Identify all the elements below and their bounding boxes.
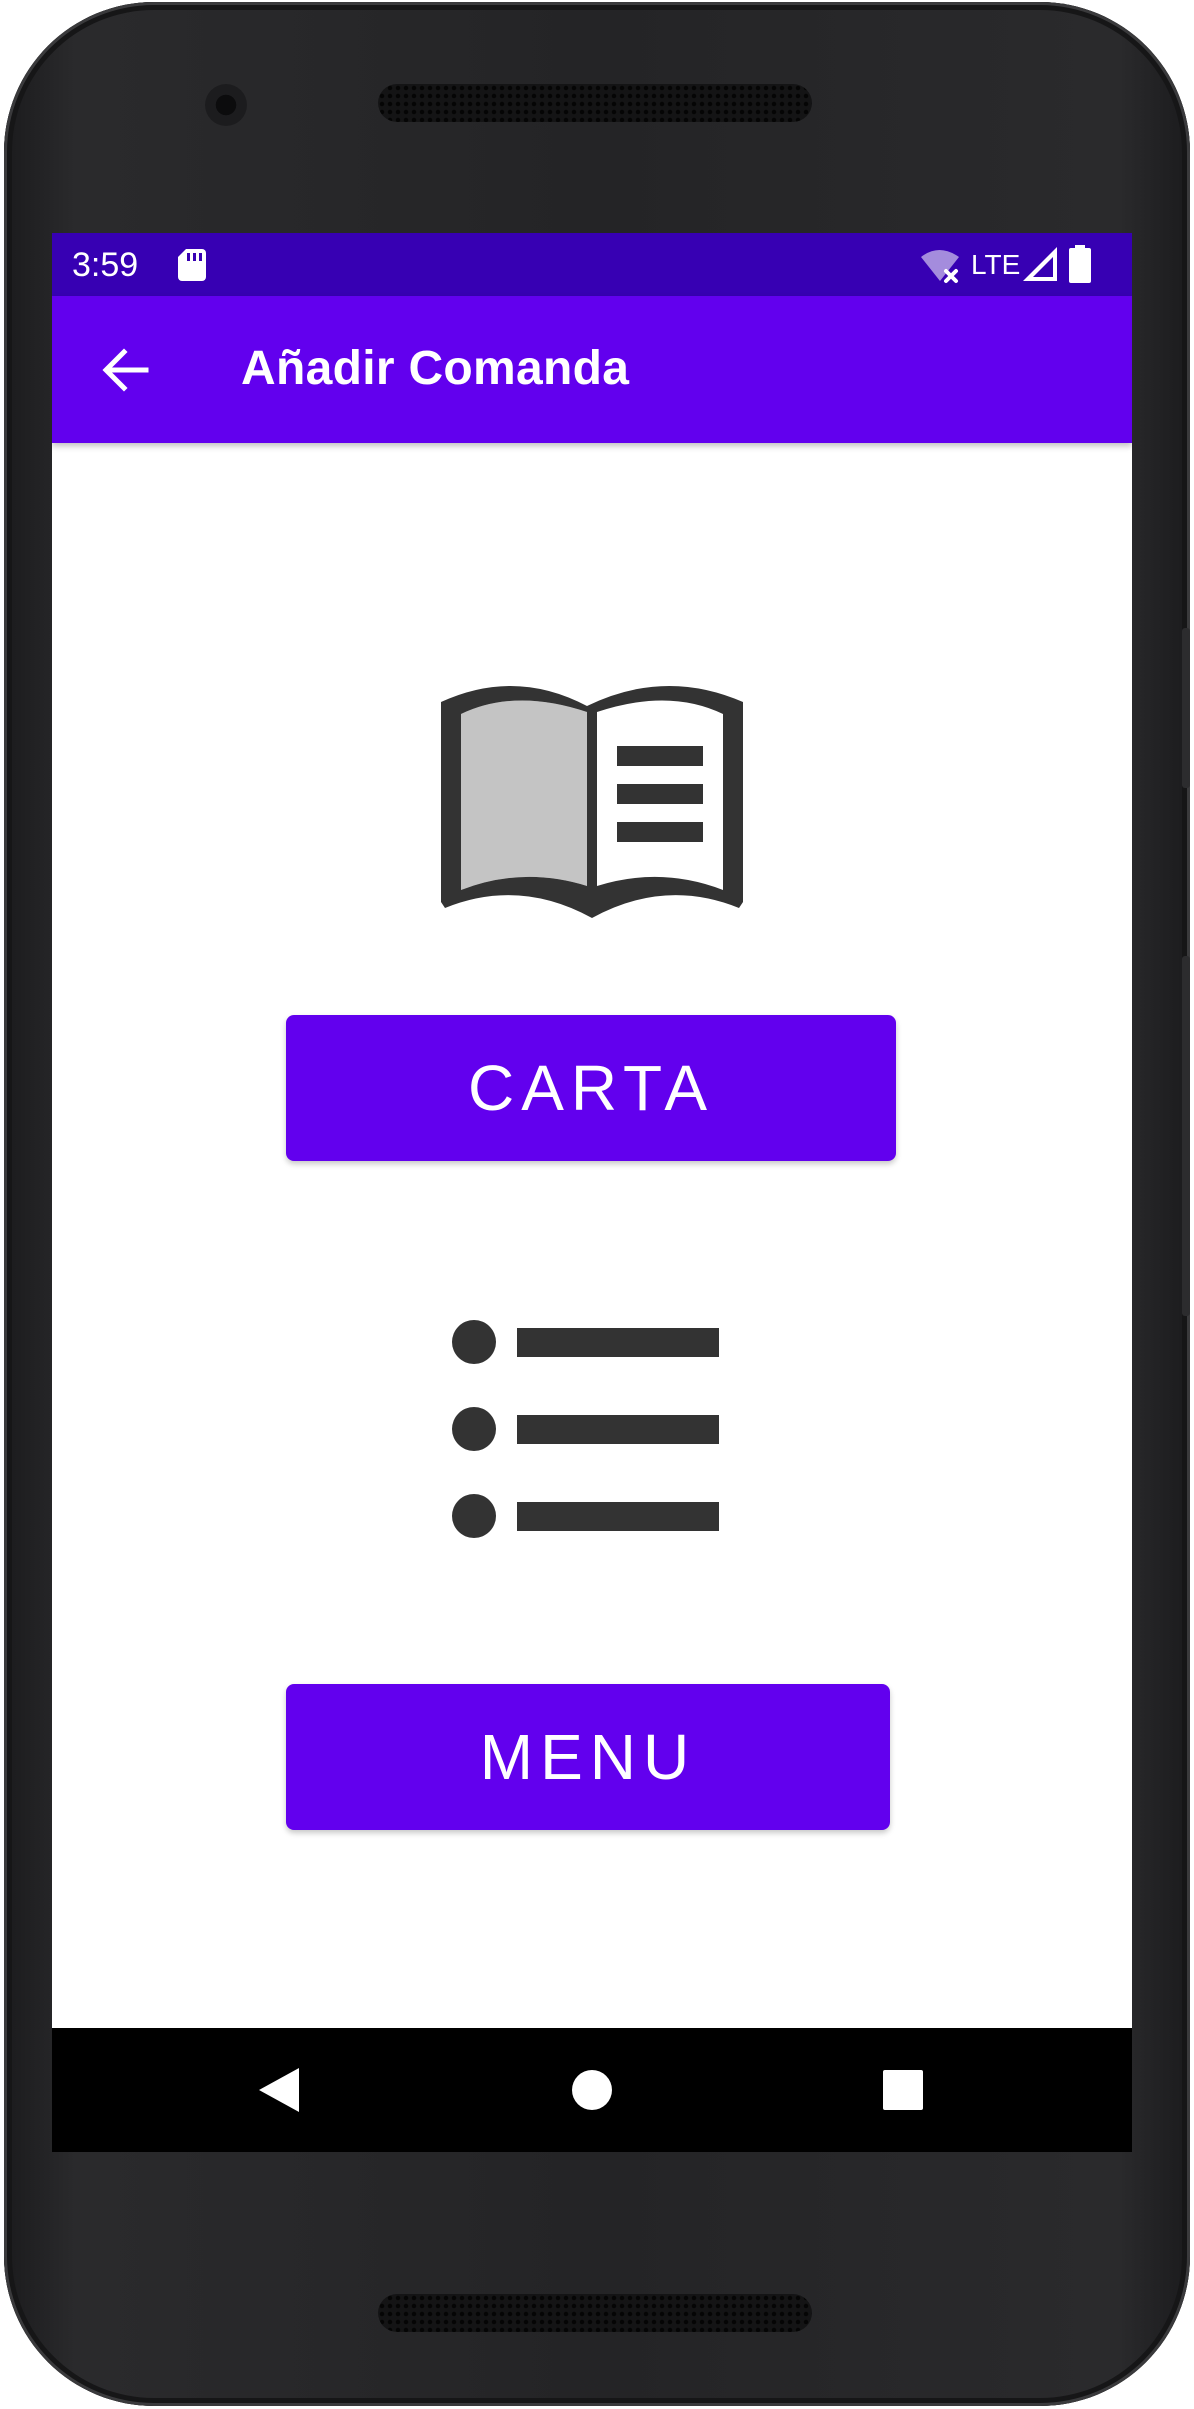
status-indicators: LTE bbox=[919, 245, 1114, 285]
front-camera bbox=[205, 84, 247, 126]
page-title: Añadir Comanda bbox=[241, 342, 630, 395]
power-button bbox=[1182, 628, 1190, 788]
sd-card-icon bbox=[178, 249, 206, 286]
navigation-bar bbox=[52, 2028, 1132, 2152]
top-speaker bbox=[378, 84, 812, 122]
wifi-off-icon bbox=[919, 247, 963, 290]
open-book-icon bbox=[433, 678, 751, 927]
app-toolbar: Añadir Comanda bbox=[52, 296, 1132, 443]
battery-icon bbox=[1069, 245, 1091, 288]
arrow-back-icon[interactable] bbox=[96, 340, 156, 400]
status-bar: 3:59 LTE bbox=[52, 233, 1132, 296]
nav-recents-icon[interactable] bbox=[882, 2069, 924, 2116]
status-time: 3:59 bbox=[72, 246, 139, 284]
carta-button[interactable]: CARTA bbox=[286, 1015, 896, 1161]
bottom-speaker bbox=[378, 2294, 812, 2332]
signal-icon bbox=[1023, 247, 1057, 286]
app-screen: 3:59 LTE Añadir Comanda CARTA MENU bbox=[52, 233, 1132, 2152]
nav-back-icon[interactable] bbox=[257, 2066, 301, 2119]
menu-button[interactable]: MENU bbox=[286, 1684, 890, 1830]
volume-button bbox=[1182, 956, 1190, 1316]
nav-home-icon[interactable] bbox=[570, 2068, 614, 2117]
bulleted-list-icon bbox=[451, 1319, 731, 1558]
network-type: LTE bbox=[971, 249, 1021, 280]
